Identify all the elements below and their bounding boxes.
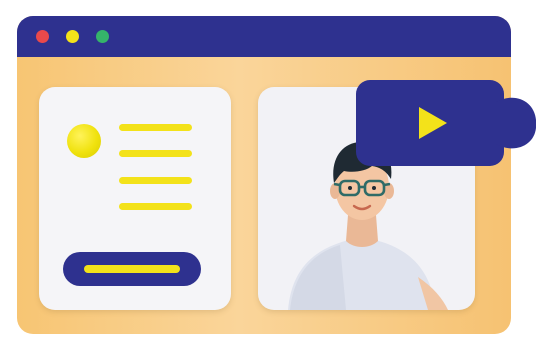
avatar-placeholder: [67, 124, 101, 158]
illustration: [0, 0, 536, 349]
text-placeholder-line: [119, 150, 192, 157]
text-placeholder-line: [119, 203, 192, 210]
window-title-bar: [17, 16, 511, 57]
text-placeholder-line: [119, 177, 192, 184]
maximize-dot[interactable]: [96, 30, 109, 43]
text-placeholder-line: [119, 124, 192, 131]
minimize-dot[interactable]: [66, 30, 79, 43]
action-button[interactable]: [63, 252, 201, 286]
video-camera-icon[interactable]: [356, 80, 536, 166]
button-label-placeholder: [84, 265, 180, 273]
close-dot[interactable]: [36, 30, 49, 43]
